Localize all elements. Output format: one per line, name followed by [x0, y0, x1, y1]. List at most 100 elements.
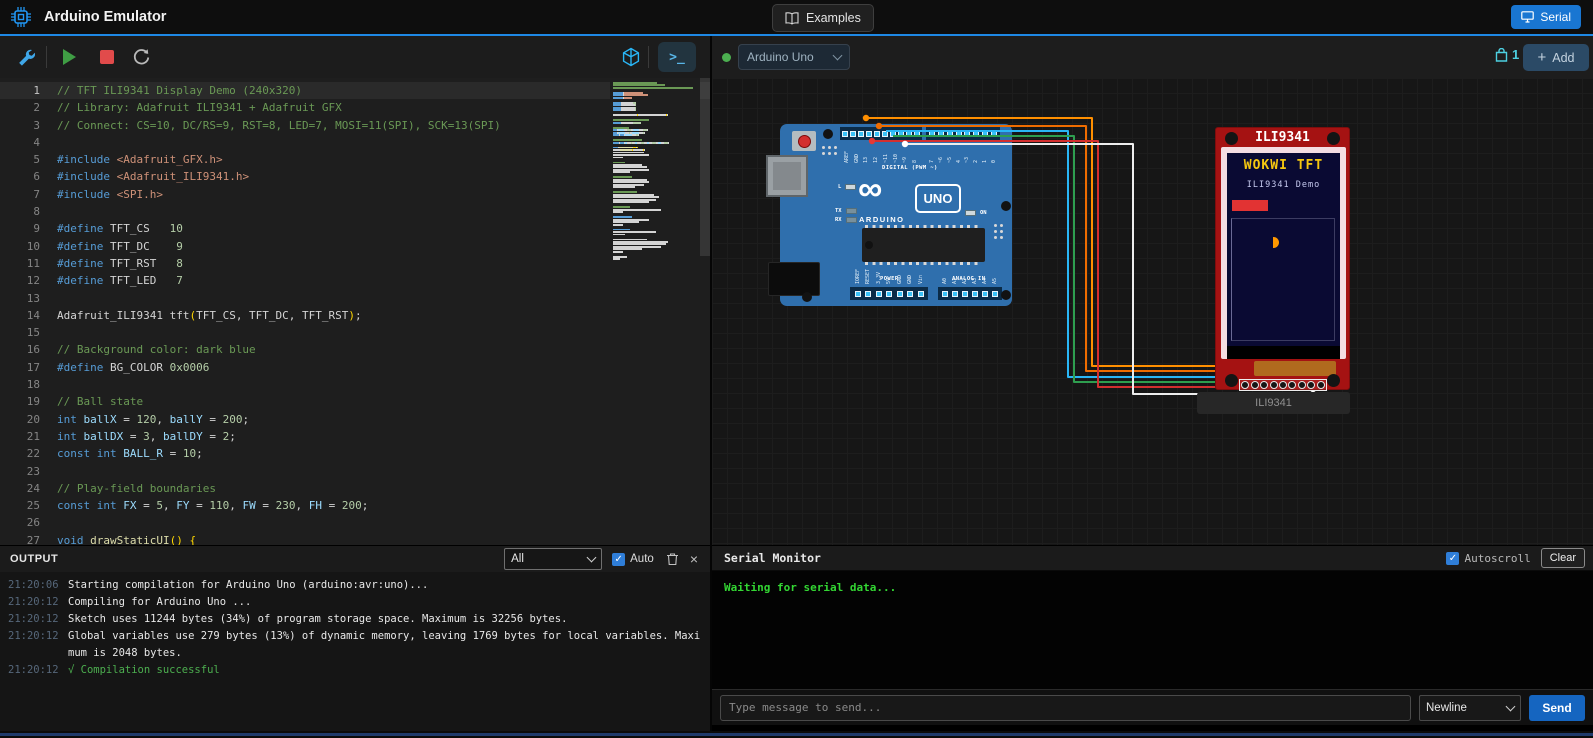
- code-line: 21int ballDX = 3, ballDY = 2;: [0, 428, 710, 445]
- code-line: 23: [0, 463, 710, 480]
- examples-button[interactable]: Examples: [772, 4, 874, 32]
- code-editor[interactable]: 1// TFT ILI9341 Display Demo (240x320)2/…: [0, 78, 710, 545]
- log-row: 21:20:06Starting compilation for Arduino…: [0, 577, 710, 594]
- wire-endpoint[interactable]: [876, 123, 882, 129]
- log-row: 21:20:12√ Compilation successful: [0, 662, 710, 679]
- code-line: 19// Ball state: [0, 393, 710, 410]
- line-ending-select[interactable]: Newline: [1419, 695, 1521, 721]
- chevron-down-icon: [1506, 701, 1516, 711]
- code-line: 27void drawStaticUI() {: [0, 532, 710, 545]
- code-line: 15: [0, 324, 710, 341]
- wire[interactable]: [879, 126, 1218, 371]
- parts-count-value: 1: [1512, 47, 1519, 62]
- send-button[interactable]: Send: [1529, 695, 1585, 721]
- code-line: 22const int BALL_R = 10;: [0, 445, 710, 462]
- parts-bag-icon: [1495, 48, 1508, 62]
- topbar: Arduino Emulator Examples Serial: [0, 0, 1593, 36]
- terminal-toggle-button[interactable]: >_: [658, 42, 696, 72]
- close-output-icon[interactable]: ×: [690, 551, 698, 567]
- log-row: 21:20:12Global variables use 279 bytes (…: [0, 628, 710, 662]
- board-select-value: Arduino Uno: [747, 50, 814, 64]
- serial-input-row: Newline Send: [712, 689, 1593, 725]
- chevron-down-icon: [587, 553, 597, 563]
- clear-output-button[interactable]: [664, 550, 682, 568]
- auto-checkbox[interactable]: ✓: [612, 553, 625, 566]
- output-panel: OUTPUT All ✓ Auto × 21:20:06Starting com…: [0, 545, 710, 732]
- clear-serial-button[interactable]: Clear: [1541, 548, 1585, 568]
- output-title: OUTPUT: [10, 553, 504, 565]
- run-button[interactable]: [56, 44, 82, 70]
- output-filter-select[interactable]: All: [504, 548, 602, 570]
- diagram-3d-button[interactable]: [618, 44, 644, 70]
- pin-hole[interactable]: [1251, 381, 1259, 389]
- serial-toggle-button[interactable]: Serial: [1511, 5, 1581, 29]
- add-part-button[interactable]: + Add: [1523, 44, 1589, 71]
- code-line: 12#define TFT_LED 7: [0, 272, 710, 289]
- plus-icon: +: [1537, 49, 1546, 66]
- wire-endpoint[interactable]: [863, 115, 869, 121]
- parts-count: 1: [1495, 47, 1519, 62]
- stop-button[interactable]: [94, 44, 120, 70]
- build-wrench-icon[interactable]: [12, 44, 38, 70]
- code-line: 14Adafruit_ILI9341 tft(TFT_CS, TFT_DC, T…: [0, 307, 710, 324]
- mounting-hole: [1225, 374, 1238, 387]
- screen-subtitle: ILI9341 Demo: [1227, 180, 1340, 190]
- editor-scrollbar[interactable]: [700, 78, 710, 256]
- code-line: 4: [0, 134, 710, 151]
- board-select[interactable]: Arduino Uno: [738, 44, 850, 70]
- code-line: 5#include <Adafruit_GFX.h>: [0, 151, 710, 168]
- examples-label: Examples: [806, 11, 861, 25]
- ili9341-display[interactable]: ILI9341 WOKWI TFT ILI9341 Demo 1 9: [1215, 127, 1350, 390]
- code-line: 26: [0, 514, 710, 531]
- wire[interactable]: [866, 118, 1218, 366]
- wire-endpoint[interactable]: [869, 138, 875, 144]
- serial-message-input[interactable]: [720, 695, 1411, 721]
- pin-hole[interactable]: [1241, 381, 1249, 389]
- serial-output-area[interactable]: Waiting for serial data...: [712, 571, 1593, 689]
- screen-red-bar: [1232, 200, 1268, 211]
- play-icon: [63, 49, 76, 65]
- serial-button-label: Serial: [1540, 10, 1571, 24]
- pin-hole[interactable]: [1279, 381, 1287, 389]
- line-ending-value: Newline: [1426, 702, 1467, 714]
- mounting-hole: [1225, 132, 1238, 145]
- code-line: 3// Connect: CS=10, DC/RS=9, RST=8, LED=…: [0, 117, 710, 134]
- chevron-down-icon: [833, 51, 843, 61]
- code-line: 11#define TFT_RST 8: [0, 255, 710, 272]
- display-bezel: WOKWI TFT ILI9341 Demo: [1221, 147, 1346, 359]
- pin-hole[interactable]: [1317, 381, 1325, 389]
- restart-button[interactable]: [128, 44, 154, 70]
- wire[interactable]: [872, 141, 1220, 387]
- mounting-hole: [1327, 374, 1340, 387]
- pin-hole[interactable]: [1260, 381, 1268, 389]
- wire[interactable]: [893, 136, 1218, 382]
- circuit-canvas[interactable]: AREFGND1312~11~10~98 7~6~54~3210 DIGITAL…: [712, 78, 1593, 545]
- display-pin-row[interactable]: [1239, 379, 1327, 391]
- pin-hole[interactable]: [1270, 381, 1278, 389]
- send-label: Send: [1542, 701, 1571, 715]
- serial-monitor-panel: Serial Monitor ✓ Autoscroll Clear Waitin…: [712, 545, 1593, 732]
- pin-hole[interactable]: [1288, 381, 1296, 389]
- code-lines: 1// TFT ILI9341 Display Demo (240x320)2/…: [0, 82, 710, 545]
- clear-label: Clear: [1550, 552, 1576, 564]
- wires-layer: [712, 78, 1593, 545]
- toolbar-separator: [648, 46, 649, 68]
- editor-toolbar: >_: [0, 36, 710, 79]
- editor-minimap[interactable]: [610, 78, 700, 545]
- output-header: OUTPUT All ✓ Auto ×: [0, 546, 710, 572]
- output-filter-value: All: [511, 553, 524, 565]
- code-line: 20int ballX = 120, ballY = 200;: [0, 411, 710, 428]
- code-line: 1// TFT ILI9341 Display Demo (240x320): [0, 82, 710, 99]
- monitor-icon: [1521, 11, 1534, 23]
- board-status-dot: [722, 53, 731, 62]
- pin-hole[interactable]: [1307, 381, 1315, 389]
- wire-endpoint[interactable]: [902, 141, 908, 147]
- pin-hole[interactable]: [1298, 381, 1306, 389]
- serial-monitor-title: Serial Monitor: [724, 551, 1446, 565]
- code-line: 10#define TFT_DC 9: [0, 238, 710, 255]
- screen-black-band: [1227, 346, 1340, 359]
- serial-monitor-header: Serial Monitor ✓ Autoscroll Clear: [712, 546, 1593, 571]
- autoscroll-checkbox[interactable]: ✓: [1446, 552, 1459, 565]
- screen-title: WOKWI TFT: [1227, 158, 1340, 173]
- wire[interactable]: [886, 131, 1218, 377]
